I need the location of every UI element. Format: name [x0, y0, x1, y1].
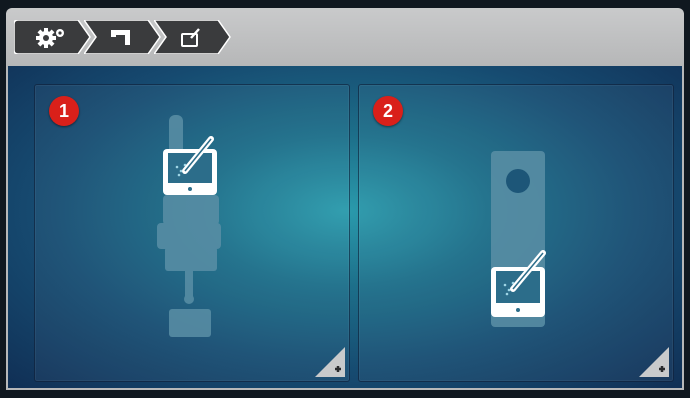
- breadcrumb-tablet[interactable]: [154, 20, 231, 54]
- content-panel: 1 2: [6, 66, 684, 390]
- settings-icon: [36, 28, 64, 48]
- breadcrumb-settings[interactable]: [14, 20, 91, 54]
- app-window: 1 2: [0, 0, 690, 398]
- option-card-1[interactable]: 1: [34, 84, 350, 382]
- stick-with-tablet-illustration: [491, 151, 546, 327]
- breadcrumb-machine[interactable]: [84, 20, 161, 54]
- top-bar: [6, 8, 684, 66]
- tablet-edit-icon: [181, 28, 200, 47]
- sewing-machine-icon: [111, 30, 130, 45]
- plus-icon[interactable]: [639, 347, 669, 377]
- option-card-2[interactable]: 2: [358, 84, 674, 382]
- machine-with-tablet-illustration: [157, 115, 221, 337]
- plus-icon[interactable]: [315, 347, 345, 377]
- breadcrumb: [14, 20, 231, 54]
